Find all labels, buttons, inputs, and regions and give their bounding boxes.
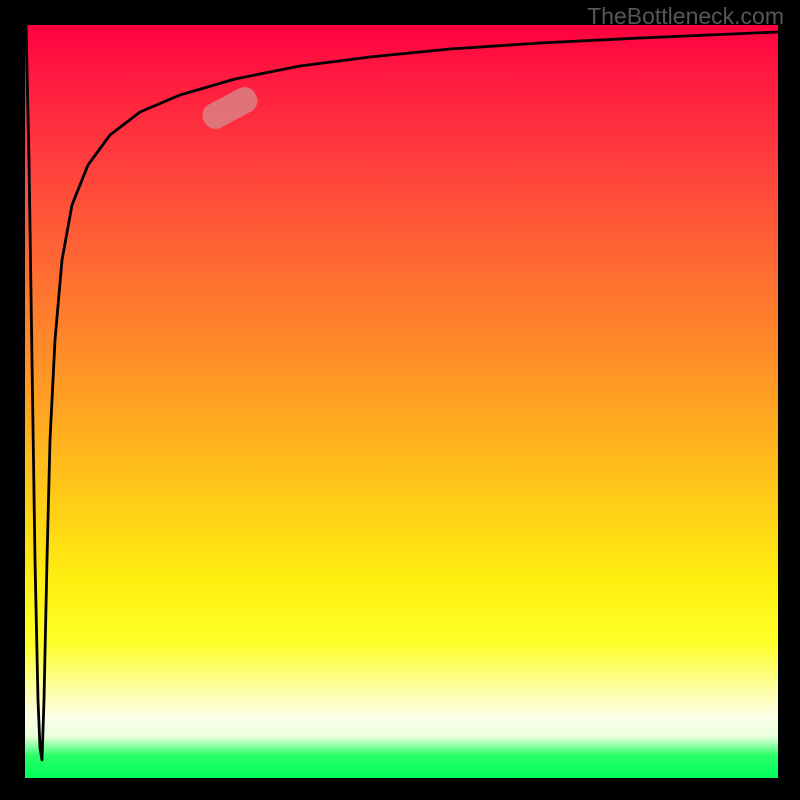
attribution-text: TheBottleneck.com [587,3,784,30]
chart-frame: TheBottleneck.com [0,0,800,800]
plot-background-gradient [25,25,778,778]
